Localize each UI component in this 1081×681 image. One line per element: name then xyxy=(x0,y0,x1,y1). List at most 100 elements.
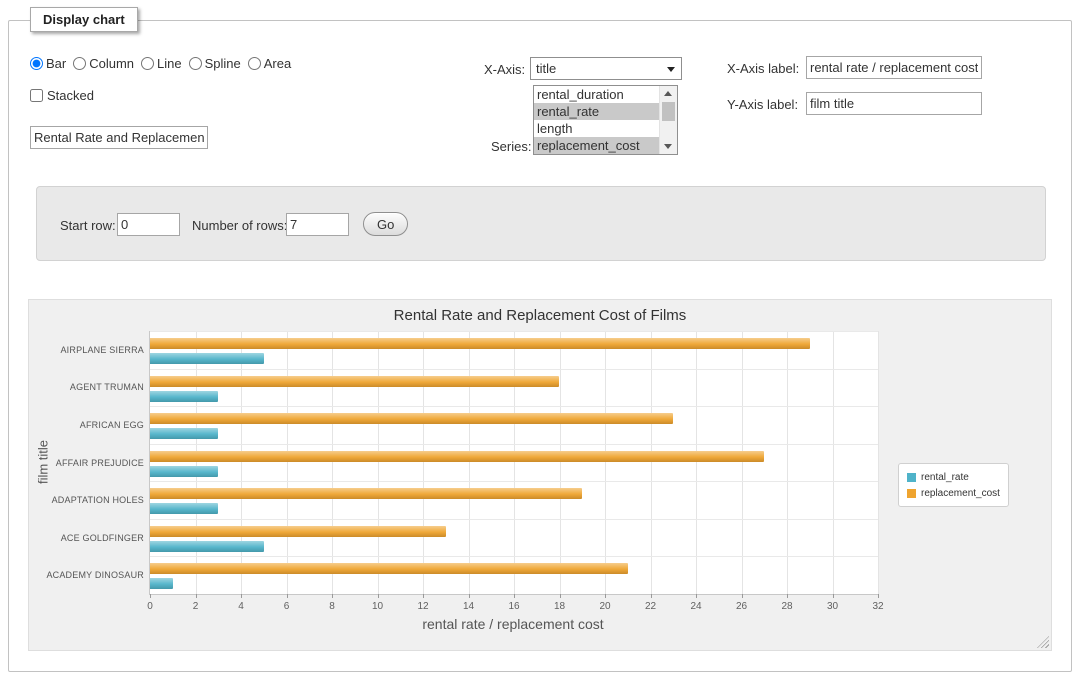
chart-type-radio-label: Spline xyxy=(205,56,241,71)
rows-panel: Start row: Number of rows: Go xyxy=(36,186,1046,261)
bar-rental_rate xyxy=(150,578,173,589)
stacked-option[interactable]: Stacked xyxy=(30,88,94,103)
chart-type-option-area[interactable]: Area xyxy=(248,56,291,71)
scroll-down-icon[interactable] xyxy=(660,139,676,154)
x-axis-tick-label: 0 xyxy=(147,601,153,612)
legend-swatch-icon xyxy=(907,473,916,482)
gridline-horizontal xyxy=(150,369,878,370)
x-axis-tick-label: 16 xyxy=(508,601,519,612)
bar-rental_rate xyxy=(150,391,218,402)
x-axis-tick-label: 28 xyxy=(781,601,792,612)
chart-type-radio-bar[interactable] xyxy=(30,57,43,70)
x-axis-tick-label: 2 xyxy=(193,601,199,612)
bar-replacement_cost xyxy=(150,376,559,387)
chart-type-radio-spline[interactable] xyxy=(189,57,202,70)
start-row-input[interactable] xyxy=(117,213,180,236)
x-axis-tick-label: 26 xyxy=(736,601,747,612)
y-axis-label-field-label: Y-Axis label: xyxy=(727,97,798,112)
gridline-vertical xyxy=(605,331,606,594)
gridline-vertical xyxy=(241,331,242,594)
fieldset-legend: Display chart xyxy=(30,7,138,32)
scroll-up-icon[interactable] xyxy=(660,86,676,101)
bar-replacement_cost xyxy=(150,338,810,349)
gridline-vertical xyxy=(287,331,288,594)
x-axis-tick-label: 24 xyxy=(690,601,701,612)
bar-replacement_cost xyxy=(150,526,446,537)
x-axis-tick xyxy=(196,594,197,598)
series-multiselect[interactable]: rental_durationrental_ratelengthreplacem… xyxy=(533,85,678,155)
gridline-vertical xyxy=(696,331,697,594)
x-axis-tick xyxy=(514,594,515,598)
x-axis-tick xyxy=(833,594,834,598)
start-row-label: Start row: xyxy=(60,218,116,233)
x-axis-tick-label: 30 xyxy=(827,601,838,612)
bar-rental_rate xyxy=(150,428,218,439)
chart-type-radio-area[interactable] xyxy=(248,57,261,70)
chart-container: Rental Rate and Replacement Cost of Film… xyxy=(28,299,1052,651)
category-label: AFFAIR PREJUDICE xyxy=(56,458,144,468)
bar-replacement_cost xyxy=(150,451,764,462)
legend-item-replacement_cost[interactable]: replacement_cost xyxy=(907,485,1000,501)
x-axis-tick-label: 18 xyxy=(554,601,565,612)
chart-type-option-bar[interactable]: Bar xyxy=(30,56,66,71)
x-axis-tick xyxy=(605,594,606,598)
x-axis-select-label: X-Axis: xyxy=(484,62,525,77)
y-axis-label-input[interactable] xyxy=(806,92,982,115)
resize-handle-icon[interactable] xyxy=(1037,636,1049,648)
number-of-rows-input[interactable] xyxy=(286,213,349,236)
series-option-rental_duration[interactable]: rental_duration xyxy=(534,86,660,103)
x-axis-select[interactable]: title xyxy=(530,57,682,80)
series-option-replacement_cost[interactable]: replacement_cost xyxy=(534,137,660,154)
x-axis-tick-label: 10 xyxy=(372,601,383,612)
x-axis-tick-label: 20 xyxy=(599,601,610,612)
chart-legend: rental_ratereplacement_cost xyxy=(898,463,1009,507)
x-axis-tick-label: 22 xyxy=(645,601,656,612)
gridline-vertical xyxy=(833,331,834,594)
stacked-label: Stacked xyxy=(47,88,94,103)
gridline-vertical xyxy=(514,331,515,594)
series-scrollbar[interactable] xyxy=(659,86,677,154)
bar-rental_rate xyxy=(150,353,264,364)
x-axis-label-field-label: X-Axis label: xyxy=(727,61,799,76)
chart-type-option-column[interactable]: Column xyxy=(73,56,134,71)
legend-swatch-icon xyxy=(907,489,916,498)
category-label: ADAPTATION HOLES xyxy=(52,495,144,505)
gridline-vertical xyxy=(742,331,743,594)
chart-type-radio-line[interactable] xyxy=(141,57,154,70)
x-axis-tick-label: 14 xyxy=(463,601,474,612)
bar-rental_rate xyxy=(150,466,218,477)
x-axis-label-input[interactable] xyxy=(806,56,982,79)
go-button[interactable]: Go xyxy=(363,212,408,236)
stacked-checkbox[interactable] xyxy=(30,89,43,102)
bar-replacement_cost xyxy=(150,413,673,424)
category-label: AFRICAN EGG xyxy=(80,420,144,430)
category-label: AGENT TRUMAN xyxy=(70,382,144,392)
x-axis-tick xyxy=(696,594,697,598)
x-axis-tick xyxy=(651,594,652,598)
gridline-vertical xyxy=(787,331,788,594)
chart-type-radio-column[interactable] xyxy=(73,57,86,70)
gridline-vertical xyxy=(378,331,379,594)
legend-item-rental_rate[interactable]: rental_rate xyxy=(907,469,1000,485)
x-axis-tick-label: 32 xyxy=(872,601,883,612)
series-option-rental_rate[interactable]: rental_rate xyxy=(534,103,660,120)
chart-type-radio-label: Column xyxy=(89,56,134,71)
gridline-vertical xyxy=(423,331,424,594)
chart-type-option-line[interactable]: Line xyxy=(141,56,182,71)
chart-type-option-spline[interactable]: Spline xyxy=(189,56,241,71)
gridline-horizontal xyxy=(150,406,878,407)
chart-type-radio-label: Bar xyxy=(46,56,66,71)
x-axis-tick-label: 12 xyxy=(417,601,428,612)
chart-type-radio-label: Area xyxy=(264,56,291,71)
triangle-up-icon xyxy=(664,91,672,96)
category-label: AIRPLANE SIERRA xyxy=(60,345,144,355)
x-axis-tick-label: 8 xyxy=(329,601,335,612)
category-label: ACE GOLDFINGER xyxy=(61,533,144,543)
x-axis-tick-label: 6 xyxy=(284,601,290,612)
chart-type-radio-label: Line xyxy=(157,56,182,71)
series-option-length[interactable]: length xyxy=(534,120,660,137)
plot-area: 02468101214161820222426283032AIRPLANE SI… xyxy=(149,331,878,595)
chart-title-input[interactable] xyxy=(30,126,208,149)
gridline-vertical xyxy=(332,331,333,594)
scrollbar-thumb[interactable] xyxy=(662,102,675,121)
